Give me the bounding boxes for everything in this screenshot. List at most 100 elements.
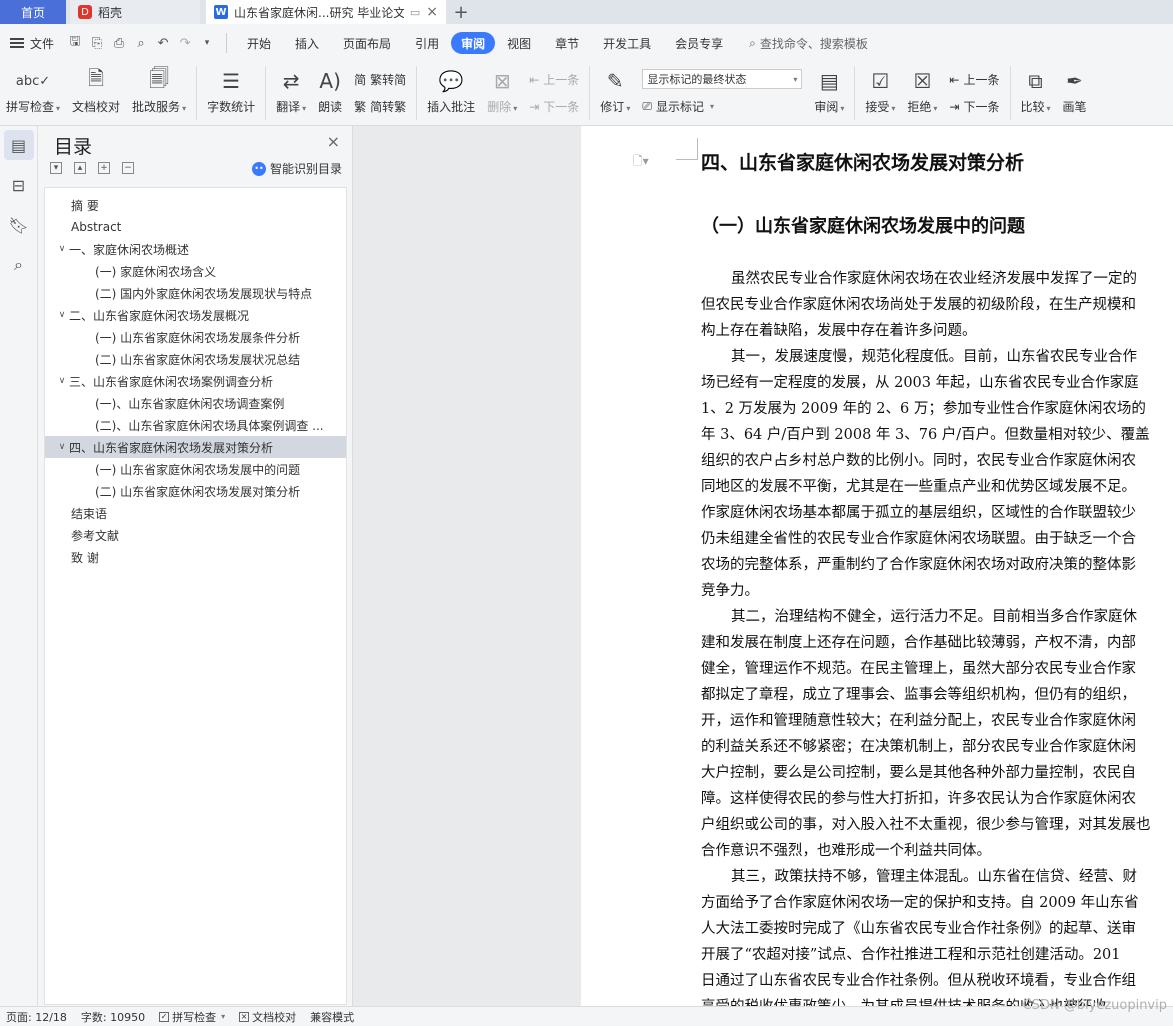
toc-item[interactable]: 结束语 bbox=[45, 502, 346, 524]
doc-proof-button[interactable]: 🗎 文档校对 bbox=[66, 66, 126, 115]
prev-revision-button[interactable]: ⇤ 上一条 bbox=[949, 69, 999, 91]
toc-item[interactable]: ∨ 三、山东省家庭休闲农场案例调查分析 bbox=[45, 370, 346, 392]
chapter-nav-icon[interactable]: ⊟ bbox=[4, 170, 34, 200]
revise-button[interactable]: ✎ 修订 ▾ bbox=[594, 66, 636, 115]
doc-proof-label: 文档校对 bbox=[72, 100, 121, 114]
toc-item[interactable]: ∨ 一、家庭休闲农场概述 bbox=[45, 238, 346, 260]
toc-item[interactable]: (二) 国内外家庭休闲农场发展现状与特点 bbox=[45, 282, 346, 304]
insert-comment-button[interactable]: 💬 插入批注 bbox=[421, 66, 481, 115]
search-icon: ⌕ bbox=[749, 35, 756, 50]
menu-references[interactable]: 引用 bbox=[403, 32, 451, 54]
spell-check-button[interactable]: abc✓ 拼写检查 ▾ bbox=[0, 66, 66, 115]
export-pdf-icon[interactable]: ⎘ bbox=[86, 33, 108, 53]
read-aloud-button[interactable]: A) 朗读 bbox=[312, 66, 348, 115]
page-layout-icon[interactable]: 🗋▾ bbox=[633, 152, 649, 173]
toc-item[interactable]: (一) 家庭休闲农场含义 bbox=[45, 260, 346, 282]
collapse-all-icon[interactable]: ▴ bbox=[74, 162, 86, 174]
toc-item[interactable]: (二)、山东省家庭休闲农场具体案例调查 ... bbox=[45, 414, 346, 436]
menu-start[interactable]: 开始 bbox=[235, 32, 283, 54]
save-icon[interactable]: 🖫 bbox=[64, 33, 86, 53]
menu-chapter[interactable]: 章节 bbox=[543, 32, 591, 54]
find-icon[interactable]: ⌕ bbox=[4, 250, 34, 280]
reject-button[interactable]: ☒ 拒绝 ▾ bbox=[901, 66, 943, 115]
remove-heading-icon[interactable]: − bbox=[122, 162, 134, 174]
chevron-down-icon[interactable]: ∨ bbox=[55, 310, 69, 320]
smart-toc-button[interactable]: •• 智能识别目录 bbox=[251, 160, 342, 177]
print-icon[interactable]: ⎙ bbox=[108, 33, 130, 53]
print-preview-icon[interactable]: ⌕ bbox=[130, 33, 152, 53]
toc-item[interactable]: 参考文献 bbox=[45, 524, 346, 546]
text-line: 但农民专业合作家庭休闲农场尚处于发展的初级阶段，在生产规模和 bbox=[701, 297, 1136, 313]
accept-button[interactable]: ☑ 接受 ▾ bbox=[859, 66, 901, 115]
word-count-button[interactable]: ☰ 字数统计 bbox=[201, 66, 261, 115]
tab-home[interactable]: 首页 bbox=[0, 0, 66, 24]
close-icon[interactable]: × bbox=[327, 132, 340, 151]
add-heading-icon[interactable]: + bbox=[98, 162, 110, 174]
simp-to-trad-button[interactable]: 繁简转繁 bbox=[354, 96, 406, 118]
toc-item[interactable]: (一)、山东省家庭休闲农场调查案例 bbox=[45, 392, 346, 414]
toc-item[interactable]: 摘 要 bbox=[45, 194, 346, 216]
menu-page-layout[interactable]: 页面布局 bbox=[331, 32, 403, 54]
document-background bbox=[353, 126, 581, 1006]
menu-member[interactable]: 会员专享 bbox=[663, 32, 735, 54]
toc-item[interactable]: (二) 山东省家庭休闲农场发展状况总结 bbox=[45, 348, 346, 370]
ink-button[interactable]: ✒ 画笔 bbox=[1057, 66, 1093, 115]
quick-access-more-icon[interactable]: ▾ bbox=[196, 33, 218, 53]
bookmark-icon[interactable]: 🔖︎ bbox=[4, 210, 34, 240]
revise-label: 修订 bbox=[600, 100, 625, 114]
daoke-logo-icon: D bbox=[78, 5, 92, 19]
trad-to-simp-button[interactable]: 简繁转简 bbox=[354, 69, 406, 91]
text-line: 建和发展在制度上还存在问题，合作基础比较薄弱，产权不清，内部 bbox=[701, 635, 1136, 651]
menu-insert[interactable]: 插入 bbox=[283, 32, 331, 54]
monitor-icon[interactable]: ▭ bbox=[410, 6, 420, 19]
status-doc-proof[interactable]: × 文档校对 bbox=[239, 1009, 296, 1025]
review-pane-button[interactable]: ▤ 审阅 ▾ bbox=[808, 66, 850, 115]
toc-item[interactable]: ∨ 二、山东省家庭休闲农场发展概况 bbox=[45, 304, 346, 326]
markup-group: 显示标记的最终状态 ▾ ⎚ 显示标记 ▾ bbox=[636, 66, 808, 120]
chevron-down-icon[interactable]: ∨ bbox=[55, 244, 69, 254]
command-search[interactable]: ⌕ 查找命令、搜索模板 bbox=[749, 35, 868, 52]
simp-to-trad-label: 简转繁 bbox=[370, 100, 407, 114]
new-tab-icon[interactable]: + bbox=[446, 0, 476, 24]
next-comment-button[interactable]: ⇥ 下一条 bbox=[529, 96, 579, 118]
prev-comment-button[interactable]: ⇤ 上一条 bbox=[529, 69, 579, 91]
redo-icon[interactable]: ↷ bbox=[174, 33, 196, 53]
toc-item[interactable]: (一) 山东省家庭休闲农场发展中的问题 bbox=[45, 458, 346, 480]
page-corner-mark bbox=[676, 138, 698, 160]
chevron-down-icon[interactable]: ∨ bbox=[55, 376, 69, 386]
toc-panel-icon[interactable]: ▤ bbox=[3, 130, 34, 160]
toc-item[interactable]: (二) 山东省家庭休闲农场发展对策分析 bbox=[45, 480, 346, 502]
spell-check-label: 拼写检查 bbox=[6, 100, 55, 114]
toc-item-selected[interactable]: ∨ 四、山东省家庭休闲农场发展对策分析 bbox=[45, 436, 346, 458]
markup-state-select[interactable]: 显示标记的最终状态 ▾ bbox=[642, 69, 803, 89]
show-markup-label: 显示标记 bbox=[655, 99, 704, 114]
toc-item[interactable]: (一) 山东省家庭休闲农场发展条件分析 bbox=[45, 326, 346, 348]
next-revision-button[interactable]: ⇥ 下一条 bbox=[949, 96, 999, 118]
review-service-button[interactable]: 🗐 批改服务 ▾ bbox=[126, 66, 192, 115]
text-line: 1、2 万发展为 2009 年的 2、6 万；参加专业性合作家庭休闲农场的 bbox=[701, 401, 1146, 417]
document-page[interactable]: 🗋▾ 四、山东省家庭休闲农场发展对策分析 （一）山东省家庭休闲农场发展中的问题 … bbox=[581, 126, 1173, 1006]
menu-view[interactable]: 视图 bbox=[495, 32, 543, 54]
word-count-indicator[interactable]: 字数: 10950 bbox=[81, 1009, 145, 1025]
show-markup-button[interactable]: ⎚ 显示标记 ▾ bbox=[642, 95, 802, 117]
undo-icon[interactable]: ↶ bbox=[152, 33, 174, 53]
compare-button[interactable]: ⧉ 比较 ▾ bbox=[1015, 66, 1057, 115]
status-spell-check[interactable]: ✓ 拼写检查 ▾ bbox=[159, 1009, 225, 1025]
tab-daoke[interactable]: D 稻壳 bbox=[70, 0, 200, 24]
toc-item[interactable]: Abstract bbox=[45, 216, 346, 238]
chevron-down-icon[interactable]: ∨ bbox=[55, 442, 69, 452]
menu-developer[interactable]: 开发工具 bbox=[591, 32, 663, 54]
file-menu-button[interactable]: 文件 bbox=[10, 35, 54, 52]
menu-review[interactable]: 审阅 bbox=[451, 32, 496, 54]
page-indicator[interactable]: 页面: 12/18 bbox=[6, 1009, 67, 1025]
toc-item[interactable]: 致 谢 bbox=[45, 546, 346, 568]
expand-all-icon[interactable]: ▾ bbox=[50, 162, 62, 174]
tab-document[interactable]: W 山东省家庭休闲...研究 毕业论文 ▭ × bbox=[206, 0, 446, 24]
close-tab-icon[interactable]: × bbox=[426, 4, 438, 20]
translate-button[interactable]: ⇄ 翻译 ▾ bbox=[270, 66, 312, 115]
compare-icon: ⧉ bbox=[1028, 69, 1043, 93]
delete-comment-button[interactable]: ⊠ 删除 ▾ bbox=[481, 66, 523, 115]
text-line: 健全，管理运作不规范。在民主管理上，虽然大部分农民专业合作家 bbox=[701, 661, 1136, 677]
chevron-down-icon: ▾ bbox=[891, 104, 896, 113]
trad-simp-group: 简繁转简 繁简转繁 bbox=[348, 66, 412, 120]
